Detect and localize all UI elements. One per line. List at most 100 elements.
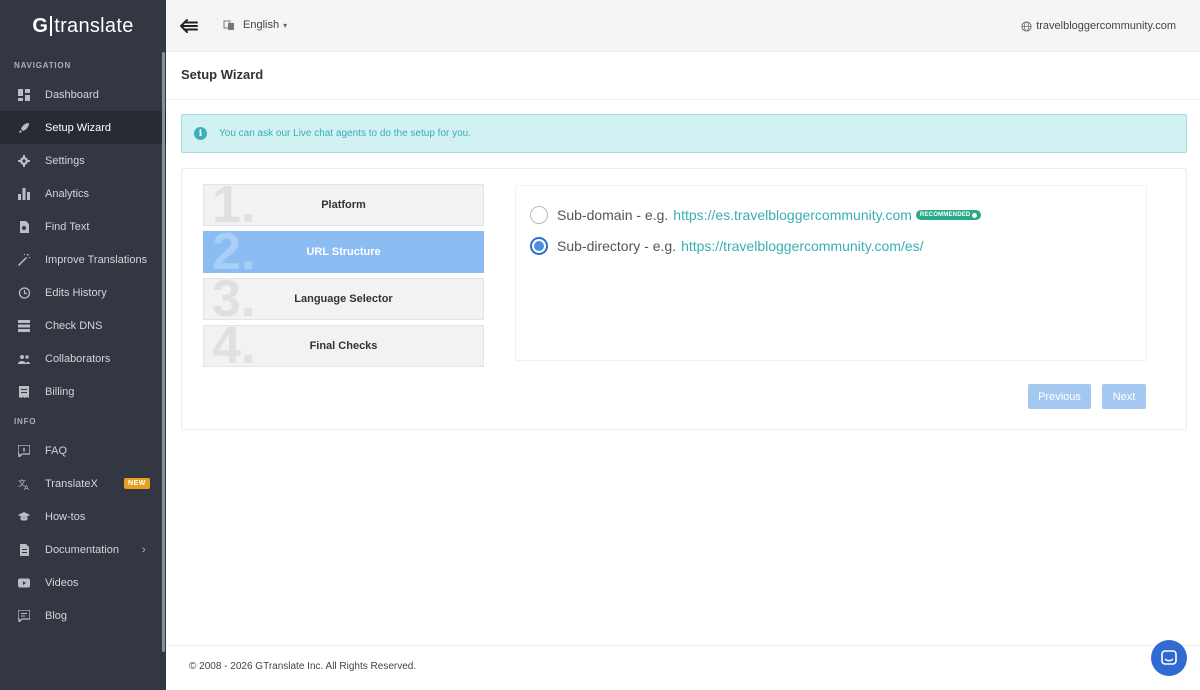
document-icon bbox=[18, 543, 30, 556]
globe-icon bbox=[1021, 20, 1032, 32]
subdirectory-option[interactable]: Sub-directory - e.g. https://travelblogg… bbox=[530, 237, 924, 255]
logo-divider bbox=[50, 16, 53, 36]
collapse-sidebar-icon[interactable] bbox=[180, 18, 198, 34]
subdirectory-example-link[interactable]: https://travelbloggercommunity.com/es/ bbox=[681, 238, 924, 254]
navigation-section-label: NAVIGATION bbox=[14, 60, 72, 70]
sidebar-item-label: Improve Translations bbox=[45, 253, 148, 266]
sidebar-item-billing[interactable]: Billing bbox=[0, 375, 166, 408]
chevron-right-icon: › bbox=[142, 543, 146, 556]
sidebar-item-improve-translations[interactable]: Improve Translations bbox=[0, 243, 166, 276]
gtranslate-logo[interactable]: Gtranslate bbox=[0, 0, 166, 52]
previous-button[interactable]: Previous bbox=[1028, 384, 1091, 409]
sidebar-item-collaborators[interactable]: Collaborators bbox=[0, 342, 166, 375]
sidebar-item-settings[interactable]: Settings bbox=[0, 144, 166, 177]
sidebar-item-translatex[interactable]: 文 A TranslateX NEW bbox=[0, 467, 166, 500]
sidebar-item-label: Find Text bbox=[45, 220, 90, 233]
alert-text: You can ask our Live chat agents to do t… bbox=[219, 128, 472, 139]
site-domain: travelbloggercommunity.com bbox=[1036, 20, 1176, 32]
sidebar-item-label: Dashboard bbox=[45, 88, 99, 101]
url-structure-options: Sub-domain - e.g. https://es.travelblogg… bbox=[515, 185, 1147, 361]
new-badge: NEW bbox=[124, 478, 150, 489]
site-selector[interactable]: travelbloggercommunity.com bbox=[1021, 20, 1176, 32]
faq-icon bbox=[18, 444, 30, 457]
billing-icon bbox=[18, 385, 30, 398]
sidebar-item-label: Analytics bbox=[45, 187, 90, 200]
sidebar-item-label: Collaborators bbox=[45, 352, 111, 365]
title-divider bbox=[166, 99, 1200, 100]
wizard-step-language-selector[interactable]: 3. Language Selector bbox=[203, 278, 484, 320]
sidebar-item-label: Blog bbox=[45, 609, 68, 622]
info-icon: i bbox=[194, 127, 207, 140]
users-icon bbox=[18, 353, 30, 365]
subdirectory-label: Sub-directory - e.g. bbox=[557, 238, 677, 254]
sidebar-item-label: Edits History bbox=[45, 286, 107, 299]
subdomain-example-link[interactable]: https://es.travelbloggercommunity.com bbox=[673, 207, 912, 223]
graduation-cap-icon bbox=[18, 511, 30, 523]
language-dropdown[interactable]: English ▾ bbox=[223, 19, 287, 31]
translate-icon: 文A bbox=[18, 478, 30, 490]
sidebar-item-label: Settings bbox=[45, 154, 85, 167]
chat-icon bbox=[1161, 650, 1177, 665]
sidebar-item-label: FAQ bbox=[45, 444, 68, 457]
sidebar-item-label: How-tos bbox=[45, 510, 86, 523]
sidebar-item-blog[interactable]: Blog bbox=[0, 599, 166, 632]
page-title: Setup Wizard bbox=[181, 67, 264, 82]
step-label: Final Checks bbox=[309, 340, 378, 352]
subdirectory-radio[interactable] bbox=[530, 237, 548, 255]
bar-chart-icon bbox=[18, 187, 30, 200]
magic-wand-icon bbox=[18, 253, 30, 266]
history-icon bbox=[18, 286, 30, 299]
subdomain-radio[interactable] bbox=[530, 206, 548, 224]
video-icon bbox=[18, 577, 30, 589]
wizard-step-url-structure[interactable]: 2. URL Structure bbox=[203, 231, 484, 273]
sidebar-item-analytics[interactable]: Analytics bbox=[0, 177, 166, 210]
next-button[interactable]: Next bbox=[1102, 384, 1146, 409]
step-label: Language Selector bbox=[294, 293, 393, 305]
logo-text: translate bbox=[54, 14, 134, 37]
language-icon bbox=[223, 20, 234, 30]
dashboard-icon bbox=[18, 88, 30, 101]
sidebar-item-label: Documentation bbox=[45, 543, 119, 556]
step-label: Platform bbox=[321, 199, 366, 211]
info-section-label: INFO bbox=[14, 416, 37, 426]
svg-text:A: A bbox=[24, 484, 29, 490]
chevron-down-icon: ▾ bbox=[283, 20, 288, 30]
step-label: URL Structure bbox=[306, 246, 381, 258]
sidebar-item-label: Billing bbox=[45, 385, 75, 398]
server-icon bbox=[18, 319, 30, 332]
footer-copyright: © 2008 - 2026 GTranslate Inc. All Rights… bbox=[189, 661, 417, 672]
recommended-badge-text: RECOMMENDED bbox=[919, 212, 971, 218]
sidebar-scrollbar[interactable] bbox=[162, 52, 165, 652]
wizard-step-platform[interactable]: 1. Platform bbox=[203, 184, 484, 226]
sidebar-item-label: Videos bbox=[45, 576, 79, 589]
sidebar-item-find-text[interactable]: Find Text bbox=[0, 210, 166, 243]
language-label: English bbox=[243, 19, 280, 31]
footer-divider bbox=[166, 645, 1200, 646]
sidebar-item-label: Check DNS bbox=[45, 319, 103, 332]
top-bar: English ▾ travelbloggercommunity.com bbox=[166, 0, 1200, 52]
sidebar-item-how-tos[interactable]: How-tos bbox=[0, 500, 166, 533]
sidebar-item-dashboard[interactable]: Dashboard bbox=[0, 78, 166, 111]
wizard-card: 1. Platform 2. URL Structure 3. Language Sele… bbox=[181, 168, 1187, 430]
sidebar-item-label: Setup Wizard bbox=[45, 121, 112, 134]
live-chat-button[interactable] bbox=[1151, 640, 1187, 676]
info-dot-icon bbox=[972, 212, 978, 218]
rocket-icon bbox=[18, 122, 30, 134]
sidebar-item-setup-wizard[interactable]: Setup Wizard bbox=[0, 111, 166, 144]
sidebar-item-edits-history[interactable]: Edits History bbox=[0, 276, 166, 309]
recommended-badge: RECOMMENDED bbox=[915, 210, 982, 220]
sidebar-item-label: TranslateX bbox=[45, 477, 98, 490]
sidebar-item-videos[interactable]: Videos bbox=[0, 566, 166, 599]
wizard-step-final-checks[interactable]: 4. Final Checks bbox=[203, 325, 484, 367]
info-list: FAQ 文 A TranslateX NEW How-tos Documentation › V… bbox=[0, 434, 166, 632]
sidebar: Gtranslate NAVIGATION Dashboard Setup Wiz… bbox=[0, 0, 166, 690]
find-document-icon bbox=[18, 220, 30, 233]
subdomain-label: Sub-domain - e.g. bbox=[557, 207, 669, 223]
navigation-list: Dashboard Setup Wizard Settings Analytics Fi… bbox=[0, 78, 166, 408]
sidebar-item-documentation[interactable]: Documentation › bbox=[0, 533, 166, 566]
sidebar-item-check-dns[interactable]: Check DNS bbox=[0, 309, 166, 342]
gear-icon bbox=[18, 154, 30, 167]
blog-icon bbox=[18, 609, 30, 622]
sidebar-item-faq[interactable]: FAQ bbox=[0, 434, 166, 467]
subdomain-option[interactable]: Sub-domain - e.g. https://es.travelblogg… bbox=[530, 206, 982, 224]
